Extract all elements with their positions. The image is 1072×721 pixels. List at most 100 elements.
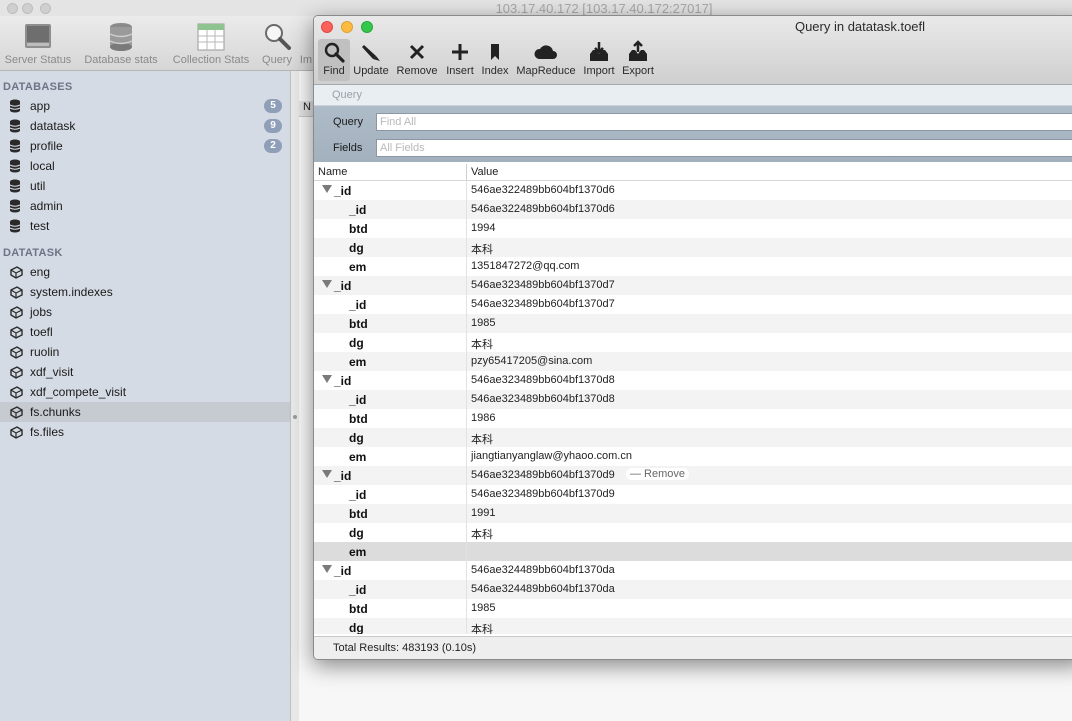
database-icon [9, 179, 23, 193]
sidebar-item-jobs[interactable]: jobs [0, 302, 290, 322]
index-icon [480, 39, 510, 65]
sidebar-item-app[interactable]: app 5 [0, 96, 290, 116]
disclosure-triangle-icon[interactable] [322, 470, 332, 478]
database-icon [9, 99, 23, 113]
field-row[interactable]: btd 1986 [314, 409, 1072, 428]
sidebar-item-admin[interactable]: admin [0, 196, 290, 216]
field-name: dg [349, 336, 364, 350]
database-stats-button[interactable]: Database stats [80, 20, 162, 66]
export-button[interactable]: Export [620, 39, 656, 81]
document-row[interactable]: _id 546ae324489bb604bf1370da [314, 561, 1072, 580]
field-name: btd [349, 602, 368, 616]
database-icon [9, 159, 23, 173]
field-row[interactable]: em [314, 542, 1072, 561]
database-icon [9, 119, 23, 133]
field-name: _id [334, 184, 352, 198]
field-row[interactable]: _id 546ae324489bb604bf1370da [314, 580, 1072, 599]
server-icon [2, 20, 74, 54]
sidebar-item-toefl[interactable]: toefl [0, 322, 290, 342]
find-button[interactable]: Find [318, 39, 350, 81]
field-row[interactable]: dg 本科 [314, 618, 1072, 634]
fields-label: Fields [333, 142, 363, 154]
fields-input[interactable] [376, 139, 1072, 157]
field-row[interactable]: dg 本科 [314, 523, 1072, 542]
mapreduce-button[interactable]: MapReduce [515, 39, 577, 81]
field-row[interactable]: _id 546ae323489bb604bf1370d8 [314, 390, 1072, 409]
field-row[interactable]: btd 1994 [314, 219, 1072, 238]
sidebar-item-system-indexes[interactable]: system.indexes [0, 282, 290, 302]
sidebar-item-label: admin [30, 199, 63, 213]
field-row[interactable]: _id 546ae323489bb604bf1370d7 [314, 295, 1072, 314]
field-row[interactable]: em jiangtianyanglaw@yhaoo.com.cn [314, 447, 1072, 466]
query-window-title: Query in datatask.toefl [794, 19, 926, 34]
collection-icon [9, 285, 23, 299]
sidebar-item-util[interactable]: util [0, 176, 290, 196]
disclosure-triangle-icon[interactable] [322, 280, 332, 288]
document-row[interactable]: _id 546ae322489bb604bf1370d6 [314, 181, 1072, 200]
field-row[interactable]: dg 本科 [314, 333, 1072, 352]
disclosure-triangle-icon[interactable] [322, 375, 332, 383]
collection-icon [9, 365, 23, 379]
field-value: 546ae323489bb604bf1370d7 [471, 298, 615, 310]
sidebar-item-ruolin[interactable]: ruolin [0, 342, 290, 362]
column-value-header[interactable]: Value [471, 166, 498, 178]
sidebar-item-label: toefl [30, 325, 53, 339]
collection-icon [9, 425, 23, 439]
field-name: _id [334, 279, 352, 293]
document-row[interactable]: _id 546ae323489bb604bf1370d9 — Remove [314, 466, 1072, 485]
sidebar-item-test[interactable]: test [0, 216, 290, 236]
disclosure-triangle-icon[interactable] [322, 565, 332, 573]
document-row[interactable]: _id 546ae323489bb604bf1370d8 [314, 371, 1072, 390]
row-remove-button[interactable]: — Remove [626, 468, 690, 480]
remove-icon [396, 39, 438, 65]
tab-query[interactable]: Query [332, 89, 362, 101]
remove-button[interactable]: Remove [396, 39, 438, 81]
collection-stats-button[interactable]: Collection Stats [168, 20, 254, 66]
field-row[interactable]: btd 1985 [314, 599, 1072, 618]
field-value: 1351847272@qq.com [471, 260, 580, 272]
sidebar-item-fs-chunks[interactable]: fs.chunks [0, 402, 290, 422]
query-button[interactable]: Query [260, 20, 294, 66]
results-table: Name Value _id 546ae322489bb604bf1370d6 _i… [314, 164, 1072, 634]
main-window-title: 103.17.40.172 [103.17.40.172:27017] [495, 1, 713, 16]
import-button[interactable]: Import [581, 39, 617, 81]
field-row[interactable]: dg 本科 [314, 238, 1072, 257]
field-row[interactable]: btd 1985 [314, 314, 1072, 333]
field-row[interactable]: em 1351847272@qq.com [314, 257, 1072, 276]
document-row[interactable]: _id 546ae323489bb604bf1370d7 [314, 276, 1072, 295]
sidebar-item-eng[interactable]: eng [0, 262, 290, 282]
import-button-partial[interactable]: Im [298, 20, 314, 66]
column-name-header[interactable]: Name [318, 166, 347, 178]
server-status-button[interactable]: Server Status [2, 20, 74, 66]
sidebar-item-datatask[interactable]: datatask 9 [0, 116, 290, 136]
insert-button[interactable]: Insert [443, 39, 477, 81]
field-row[interactable]: em pzy65417205@sina.com [314, 352, 1072, 371]
sidebar-item-fs-files[interactable]: fs.files [0, 422, 290, 442]
field-name: _id [334, 469, 352, 483]
field-name: _id [349, 203, 367, 217]
database-stats-icon [80, 20, 162, 54]
field-value: 546ae323489bb604bf1370d8 [471, 393, 615, 405]
database-icon [9, 139, 23, 153]
index-button[interactable]: Index [480, 39, 510, 81]
field-row[interactable]: dg 本科 [314, 428, 1072, 447]
field-row[interactable]: _id 546ae322489bb604bf1370d6 [314, 200, 1072, 219]
field-row[interactable]: btd 1991 [314, 504, 1072, 523]
disclosure-triangle-icon[interactable] [322, 185, 332, 193]
field-name: btd [349, 412, 368, 426]
sidebar-item-xdf-visit[interactable]: xdf_visit [0, 362, 290, 382]
update-button[interactable]: Update [352, 39, 390, 81]
sidebar-item-label: eng [30, 265, 51, 279]
count-badge: 9 [264, 119, 282, 133]
sidebar-item-local[interactable]: local [0, 156, 290, 176]
status-bar: Total Results: 483193 (0.10s) [314, 636, 1072, 659]
sidebar-item-profile[interactable]: profile 2 [0, 136, 290, 156]
sidebar-item-xdf-compete-visit[interactable]: xdf_compete_visit [0, 382, 290, 402]
field-name: dg [349, 526, 364, 540]
export-icon [620, 39, 656, 65]
field-row[interactable]: _id 546ae323489bb604bf1370d9 [314, 485, 1072, 504]
query-input[interactable] [376, 113, 1072, 131]
field-value: 546ae323489bb604bf1370d9 [471, 469, 615, 481]
field-value: 本科 [471, 624, 493, 634]
field-value: 546ae324489bb604bf1370da [471, 564, 615, 576]
